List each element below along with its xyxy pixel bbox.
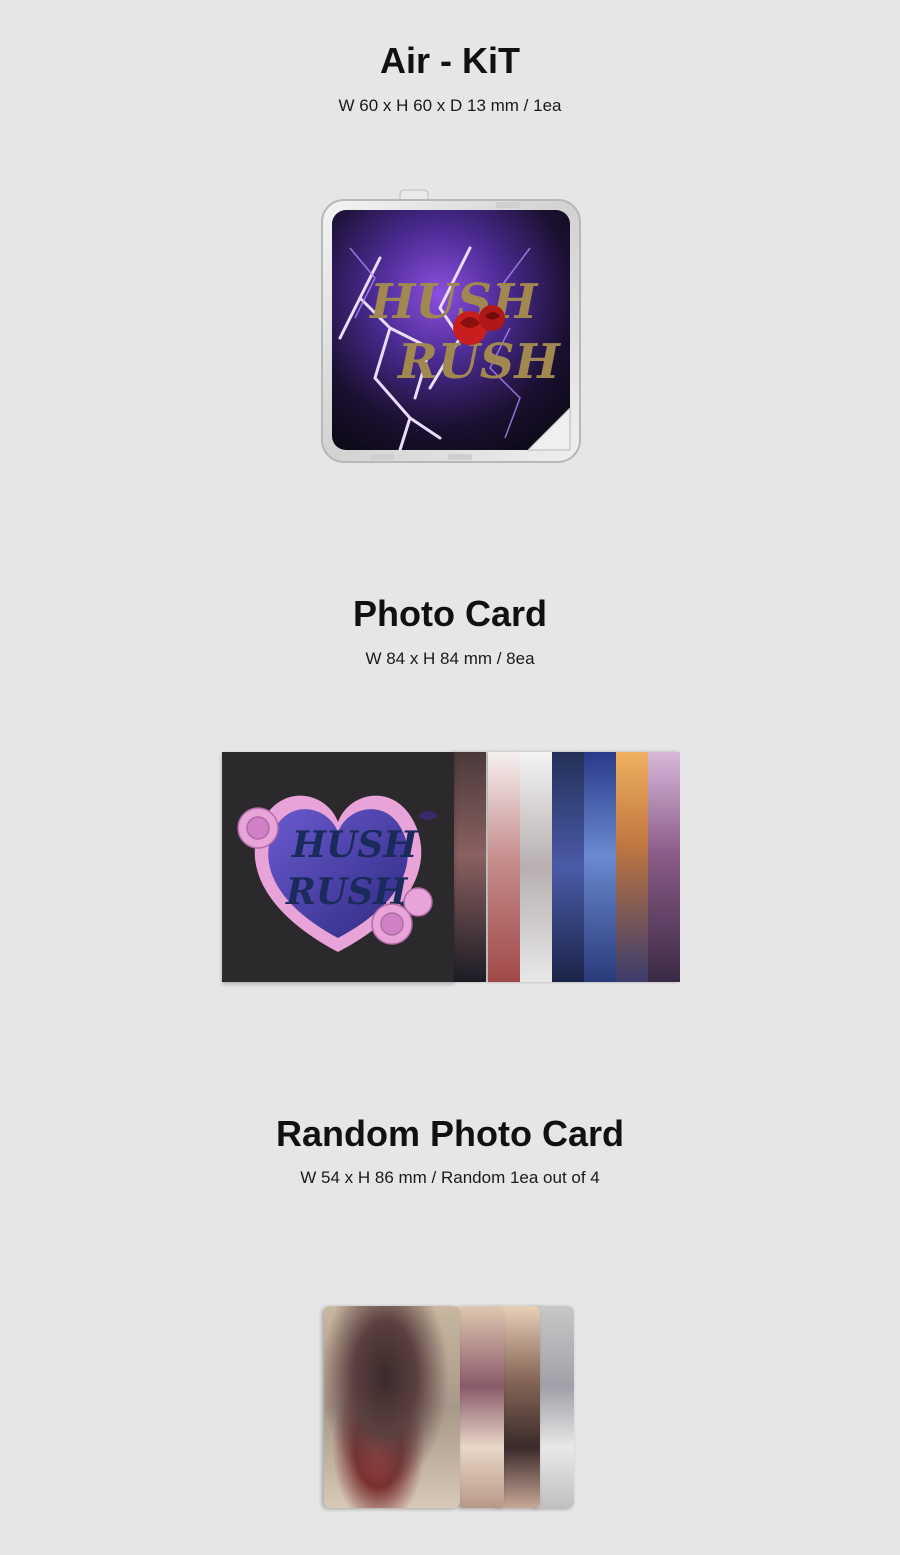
photo-card-title: Photo Card <box>353 593 547 634</box>
random-photo-card-stack <box>324 1306 576 1511</box>
photo-card-thumb <box>648 752 680 982</box>
random-card-front <box>324 1306 460 1508</box>
photo-card-stack: HUSH RUSH <box>222 752 682 984</box>
random-photo-card-spec: W 54 x H 86 mm / Random 1ea out of 4 <box>300 1168 600 1187</box>
photo-card-logo-line1: HUSH <box>291 824 418 866</box>
photo-card-thumb <box>488 752 520 982</box>
heart-logo-illustration: HUSH RUSH <box>237 795 438 952</box>
random-photo-card-title: Random Photo Card <box>276 1113 624 1154</box>
photo-card-thumb <box>520 752 552 982</box>
photo-card-thumb <box>616 752 648 982</box>
lips-icon <box>418 811 438 820</box>
random-card-thumb <box>458 1306 504 1508</box>
photo-card-thumb <box>584 752 616 982</box>
air-kit-title: Air - KiT <box>380 40 520 81</box>
air-kit-image: HUSH RUSH <box>320 188 582 464</box>
photo-card-spec: W 84 x H 84 mm / 8ea <box>365 649 535 668</box>
photo-card-thumb <box>552 752 584 982</box>
air-kit-illustration: HUSH RUSH <box>321 189 581 463</box>
photo-card-thumb <box>454 752 486 982</box>
air-kit-spec: W 60 x H 60 x D 13 mm / 1ea <box>338 96 562 115</box>
air-kit-logo-line1: HUSH <box>368 274 539 330</box>
photo-card-cover: HUSH RUSH <box>222 752 454 982</box>
